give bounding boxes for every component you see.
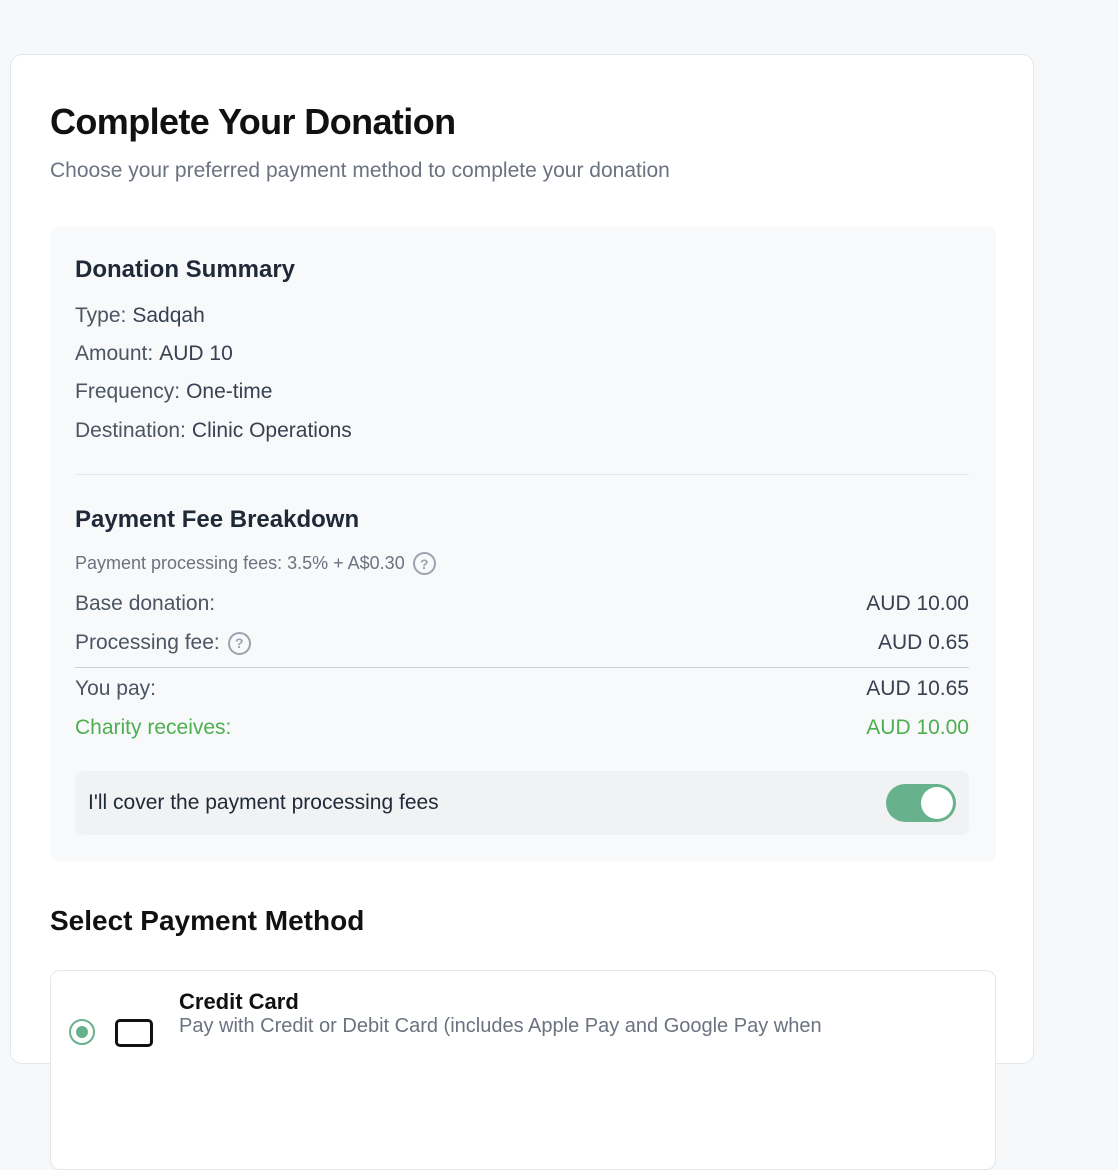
charity-receives-value: AUD 10.00 [866, 716, 969, 739]
credit-card-radio[interactable] [69, 1019, 95, 1045]
payment-method-credit-card[interactable]: Credit Card Pay with Credit or Debit Car… [50, 970, 996, 1170]
summary-frequency-label: Frequency: [75, 380, 181, 403]
fee-row-you-pay: You pay: AUD 10.65 [75, 677, 969, 701]
charity-receives-label: Charity receives: [75, 716, 232, 739]
cover-fees-toggle[interactable] [886, 784, 956, 822]
summary-amount-label: Amount: [75, 342, 154, 365]
summary-amount: Amount: AUD 10 [75, 342, 233, 366]
fee-note: Payment processing fees: 3.5% + A$0.30 ? [75, 552, 436, 575]
page-subtitle: Choose your preferred payment method to … [50, 159, 670, 182]
summary-destination-value: Clinic Operations [191, 419, 352, 442]
you-pay-label: You pay: [75, 677, 156, 700]
summary-frequency: Frequency: One-time [75, 380, 272, 404]
summary-amount-value: AUD 10 [159, 342, 233, 365]
processing-fee-label-group: Processing fee: ? [75, 631, 251, 655]
fee-row-processing: Processing fee: ? AUD 0.65 [75, 631, 969, 655]
payment-method-name: Credit Card [179, 989, 299, 1014]
page-title: Complete Your Donation [50, 101, 456, 142]
toggle-knob [921, 787, 953, 819]
base-donation-label: Base donation: [75, 592, 216, 615]
fee-row-base: Base donation: AUD 10.00 [75, 592, 969, 616]
fee-row-charity-receives: Charity receives: AUD 10.00 [75, 716, 969, 740]
fee-note-text: Payment processing fees: 3.5% + A$0.30 [75, 553, 405, 573]
summary-type-label: Type: [75, 304, 127, 327]
summary-type: Type: Sadqah [75, 304, 205, 328]
fee-breakdown-title: Payment Fee Breakdown [75, 506, 360, 533]
credit-card-icon [115, 1019, 153, 1047]
summary-destination: Destination: Clinic Operations [75, 419, 352, 443]
payment-method-title: Select Payment Method [50, 905, 365, 936]
summary-title: Donation Summary [75, 256, 296, 283]
you-pay-value: AUD 10.65 [866, 677, 969, 700]
fee-note-help-icon[interactable]: ? [412, 552, 436, 575]
processing-fee-value: AUD 0.65 [877, 631, 969, 654]
summary-type-value: Sadqah [132, 304, 205, 327]
summary-destination-label: Destination: [75, 419, 186, 442]
processing-fee-help-icon[interactable]: ? [227, 631, 251, 655]
summary-frequency-value: One-time [186, 380, 273, 403]
donation-card: Complete Your Donation Choose your prefe… [10, 54, 1034, 1170]
cover-fees-label: I'll cover the payment processing fees [88, 791, 439, 814]
summary-divider [75, 474, 969, 475]
payment-method-description: Pay with Credit or Debit Card (includes … [179, 1015, 822, 1037]
processing-fee-label: Processing fee: [75, 631, 220, 654]
donation-summary-panel: Donation Summary Type: Sadqah Amount: AUD … [50, 226, 996, 862]
fee-divider [75, 667, 969, 668]
base-donation-value: AUD 10.00 [866, 592, 969, 615]
cover-fees-row: I'll cover the payment processing fees [75, 771, 969, 835]
